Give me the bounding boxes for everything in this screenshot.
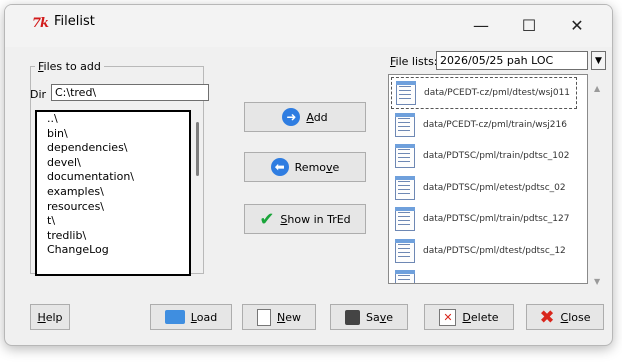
new-button[interactable]: New bbox=[242, 304, 316, 330]
maximize-icon: ☐ bbox=[521, 15, 537, 35]
delete-icon: ✕ bbox=[439, 308, 457, 326]
arrow-left-icon: ⬅ bbox=[270, 158, 289, 176]
delete-label: Delete bbox=[462, 310, 499, 324]
new-label: New bbox=[277, 310, 301, 324]
file-lists-select[interactable]: 2026/05/25 pah LOC bbox=[436, 51, 588, 70]
file-list-item[interactable] bbox=[391, 266, 577, 283]
checkmark-icon: ✔ bbox=[259, 208, 275, 230]
document-icon bbox=[395, 207, 415, 231]
close-label: Close bbox=[560, 310, 591, 324]
help-label: Help bbox=[37, 310, 63, 324]
add-button-label: Add bbox=[306, 110, 328, 124]
minimize-button[interactable]: — bbox=[458, 4, 504, 46]
file-list-item-path: data/PDTSC/pml/etest/pdtsc_02 bbox=[423, 182, 566, 193]
show-in-tred-label: Show in TrEd bbox=[280, 212, 351, 226]
load-button[interactable]: Load bbox=[150, 304, 232, 330]
file-lists-label: File lists: bbox=[390, 55, 438, 68]
directory-list-item[interactable]: tredlib\ bbox=[37, 229, 189, 244]
close-icon: ✕ bbox=[570, 15, 584, 35]
directory-list-item[interactable]: resources\ bbox=[37, 200, 189, 215]
document-icon bbox=[395, 270, 415, 283]
help-button[interactable]: Help bbox=[30, 304, 70, 330]
document-icon bbox=[395, 175, 415, 200]
folder-open-icon bbox=[164, 310, 185, 324]
close-window-button[interactable]: ✕ bbox=[554, 4, 600, 46]
delete-button[interactable]: ✕ Delete bbox=[424, 304, 514, 330]
save-button[interactable]: Save bbox=[330, 304, 408, 330]
maximize-button[interactable]: ☐ bbox=[506, 4, 552, 46]
file-list-item-path: data/PDTSC/pml/train/pdtsc_102 bbox=[423, 151, 570, 161]
directory-list-scrollbar[interactable] bbox=[196, 122, 199, 176]
save-disk-icon bbox=[344, 309, 360, 325]
minimize-icon: — bbox=[473, 15, 489, 35]
show-in-tred-button[interactable]: ✔ Show in TrEd bbox=[244, 204, 366, 234]
file-list-item[interactable]: data/PCEDT-cz/pml/train/wsj216 bbox=[391, 109, 577, 141]
file-list-item[interactable]: data/PDTSC/pml/train/pdtsc_102 bbox=[391, 140, 577, 172]
scroll-up-icon[interactable]: ▲ bbox=[594, 84, 600, 93]
document-icon bbox=[395, 144, 415, 168]
directory-list[interactable]: ..\ bin\ dependencies\ devel\ documentation\… bbox=[35, 110, 191, 276]
load-label: Load bbox=[190, 310, 218, 324]
arrow-right-icon: ➜ bbox=[282, 108, 301, 126]
scroll-down-icon[interactable]: ▼ bbox=[594, 277, 600, 286]
document-icon bbox=[396, 81, 416, 105]
window-title: Filelist bbox=[54, 14, 95, 29]
directory-list-item[interactable]: bin\ bbox=[37, 127, 189, 142]
dir-input[interactable]: C:\tred\ bbox=[51, 84, 209, 101]
close-button[interactable]: ✖ Close bbox=[526, 304, 604, 330]
file-list-item-path: data/PCEDT-cz/pml/train/wsj216 bbox=[423, 119, 567, 130]
add-button[interactable]: ➜ Add bbox=[244, 102, 366, 132]
directory-list-item[interactable]: ..\ bbox=[37, 112, 189, 127]
directory-list-item[interactable]: devel\ bbox=[37, 156, 189, 171]
directory-list-item[interactable]: t\ bbox=[37, 214, 189, 229]
file-list-item[interactable]: data/PDTSC/pml/etest/pdtsc_02 bbox=[391, 172, 577, 204]
new-file-icon bbox=[257, 308, 271, 326]
directory-list-item[interactable]: ChangeLog bbox=[37, 243, 189, 258]
app-icon: 7k bbox=[32, 16, 49, 31]
save-label: Save bbox=[365, 310, 394, 324]
directory-list-item[interactable]: examples\ bbox=[37, 185, 189, 200]
close-x-icon: ✖ bbox=[539, 306, 555, 328]
files-to-add-legend: Files to add bbox=[38, 60, 101, 73]
file-list-item[interactable]: data/PCEDT-cz/pml/dtest/wsj011 bbox=[391, 77, 577, 109]
file-list-item-path: data/PDTSC/pml/dtest/pdtsc_12 bbox=[423, 245, 566, 256]
dir-label: Dir bbox=[30, 88, 47, 101]
remove-button[interactable]: ⬅ Remove bbox=[244, 152, 366, 182]
remove-button-label: Remove bbox=[294, 160, 340, 174]
directory-list-item[interactable]: dependencies\ bbox=[37, 141, 189, 156]
directory-list-item[interactable]: documentation\ bbox=[37, 170, 189, 185]
document-icon bbox=[395, 238, 415, 263]
chevron-down-icon[interactable]: ▼ bbox=[591, 51, 606, 70]
document-icon bbox=[395, 112, 415, 137]
file-list-item[interactable]: data/PDTSC/pml/train/pdtsc_127 bbox=[391, 203, 577, 235]
file-list-item[interactable]: data/PDTSC/pml/dtest/pdtsc_12 bbox=[391, 235, 577, 267]
file-list-item-path: data/PDTSC/pml/train/pdtsc_127 bbox=[423, 214, 570, 224]
file-list-item-path: data/PCEDT-cz/pml/dtest/wsj011 bbox=[424, 88, 571, 98]
file-list[interactable]: data/PCEDT-cz/pml/dtest/wsj011 data/PCEDT… bbox=[388, 74, 588, 284]
